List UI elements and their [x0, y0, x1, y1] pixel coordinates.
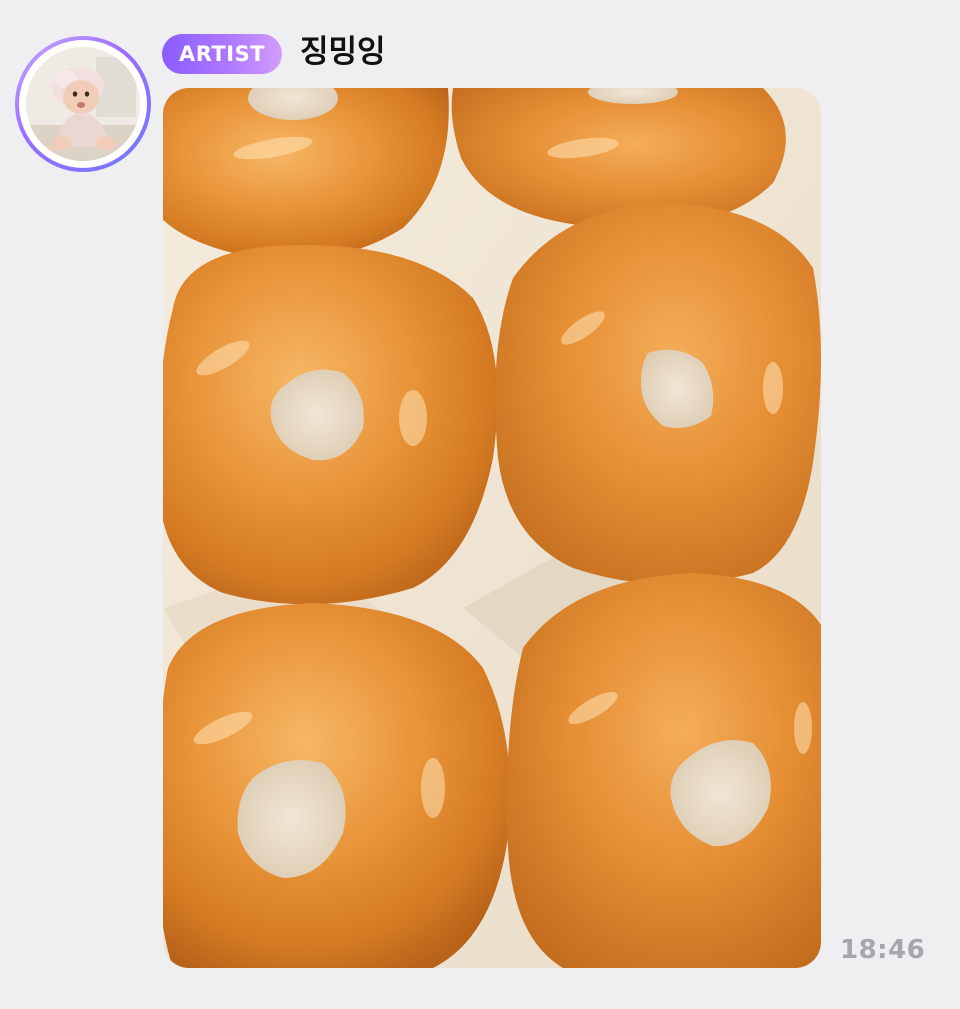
- avatar-frame: [19, 40, 147, 168]
- photo-attachment[interactable]: [163, 88, 821, 968]
- avatar[interactable]: [15, 36, 151, 172]
- sender-name: 징밍잉: [300, 34, 386, 70]
- baby-photo-avatar-icon: [26, 47, 140, 161]
- message-timestamp: 18:46: [840, 935, 926, 965]
- artist-badge: ARTIST: [162, 34, 282, 74]
- chat-message: ARTIST 징밍잉 18:46: [0, 0, 960, 1009]
- donuts-photo-icon: [163, 88, 821, 968]
